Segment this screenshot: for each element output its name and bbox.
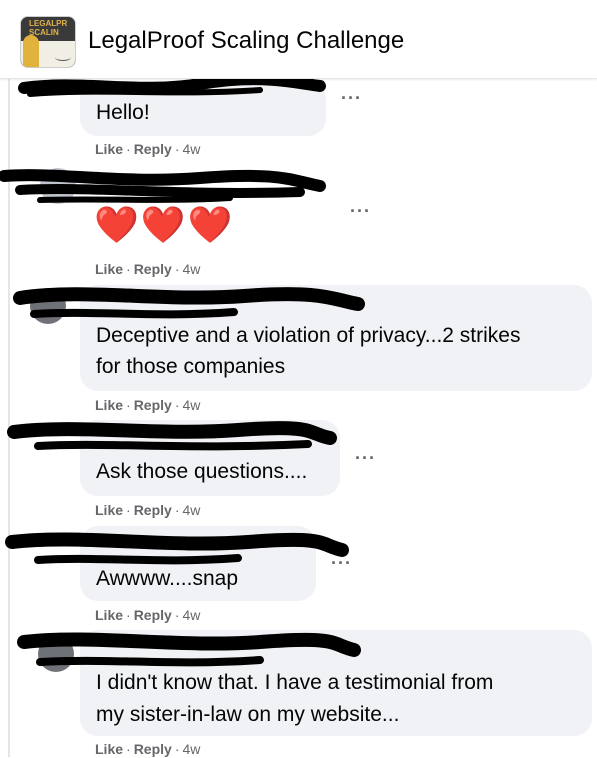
- dot-separator: ·: [126, 397, 131, 413]
- dot-separator: ·: [126, 741, 131, 757]
- reply-link[interactable]: Reply: [134, 141, 172, 157]
- like-link[interactable]: Like: [95, 397, 123, 413]
- comment-time[interactable]: 4w: [182, 261, 200, 277]
- more-options-icon[interactable]: ···: [355, 449, 376, 467]
- dot-separator: ·: [126, 607, 131, 623]
- comment-text: Hello!: [96, 101, 150, 124]
- like-link[interactable]: Like: [95, 607, 123, 623]
- dot-separator: ·: [174, 607, 180, 623]
- reply-link[interactable]: Reply: [134, 261, 172, 277]
- comment-actions: Like · Reply · 4w: [95, 501, 200, 519]
- more-options-icon[interactable]: ···: [350, 202, 371, 220]
- comment-time[interactable]: 4w: [182, 397, 200, 413]
- dot-separator: ·: [126, 261, 131, 277]
- comment-time[interactable]: 4w: [182, 741, 200, 757]
- group-title[interactable]: LegalProof Scaling Challenge: [88, 26, 404, 56]
- group-header: LEGALPR SCALIN LegalProof Scaling Challe…: [0, 0, 597, 79]
- redaction-scribble: [0, 169, 326, 203]
- group-avatar-signature: [55, 54, 71, 61]
- more-options-icon[interactable]: ···: [341, 89, 362, 107]
- like-link[interactable]: Like: [95, 141, 123, 157]
- reply-link[interactable]: Reply: [134, 607, 172, 623]
- dot-separator: ·: [126, 141, 131, 157]
- dot-separator: ·: [126, 502, 131, 518]
- more-options-icon[interactable]: ···: [331, 554, 352, 572]
- dot-separator: ·: [174, 397, 180, 413]
- comment-text: Ask those questions....: [96, 460, 308, 483]
- redaction-scribble: [7, 421, 337, 451]
- dot-separator: ·: [174, 141, 180, 157]
- redaction-scribble: [13, 287, 365, 319]
- reply-link[interactable]: Reply: [134, 741, 172, 757]
- group-avatar[interactable]: LEGALPR SCALIN: [20, 16, 76, 68]
- comment-text: ❤️❤️❤️: [94, 204, 235, 245]
- reply-link[interactable]: Reply: [134, 502, 172, 518]
- group-avatar-person: [23, 35, 39, 67]
- comment-time[interactable]: 4w: [182, 502, 200, 518]
- comment-actions: Like · Reply · 4w: [95, 396, 200, 414]
- comment-text-line2: for those companies: [96, 355, 286, 378]
- dot-separator: ·: [174, 741, 180, 757]
- comment-text-line2: my sister-in-law on my website...: [96, 703, 400, 726]
- like-link[interactable]: Like: [95, 261, 123, 277]
- redaction-scribble: [5, 532, 349, 565]
- like-link[interactable]: Like: [95, 741, 123, 757]
- dot-separator: ·: [174, 261, 180, 277]
- comment-actions: Like · Reply · 4w: [95, 260, 200, 278]
- comment-time[interactable]: 4w: [182, 141, 200, 157]
- comment-actions: Like · Reply · 4w: [95, 606, 200, 624]
- redaction-scribble: [17, 632, 361, 667]
- comment-actions: Like · Reply · 4w: [95, 140, 200, 158]
- reply-link[interactable]: Reply: [134, 397, 172, 413]
- comment-time[interactable]: 4w: [182, 607, 200, 623]
- dot-separator: ·: [174, 502, 180, 518]
- comment-actions: Like · Reply · 4w: [95, 740, 200, 758]
- like-link[interactable]: Like: [95, 502, 123, 518]
